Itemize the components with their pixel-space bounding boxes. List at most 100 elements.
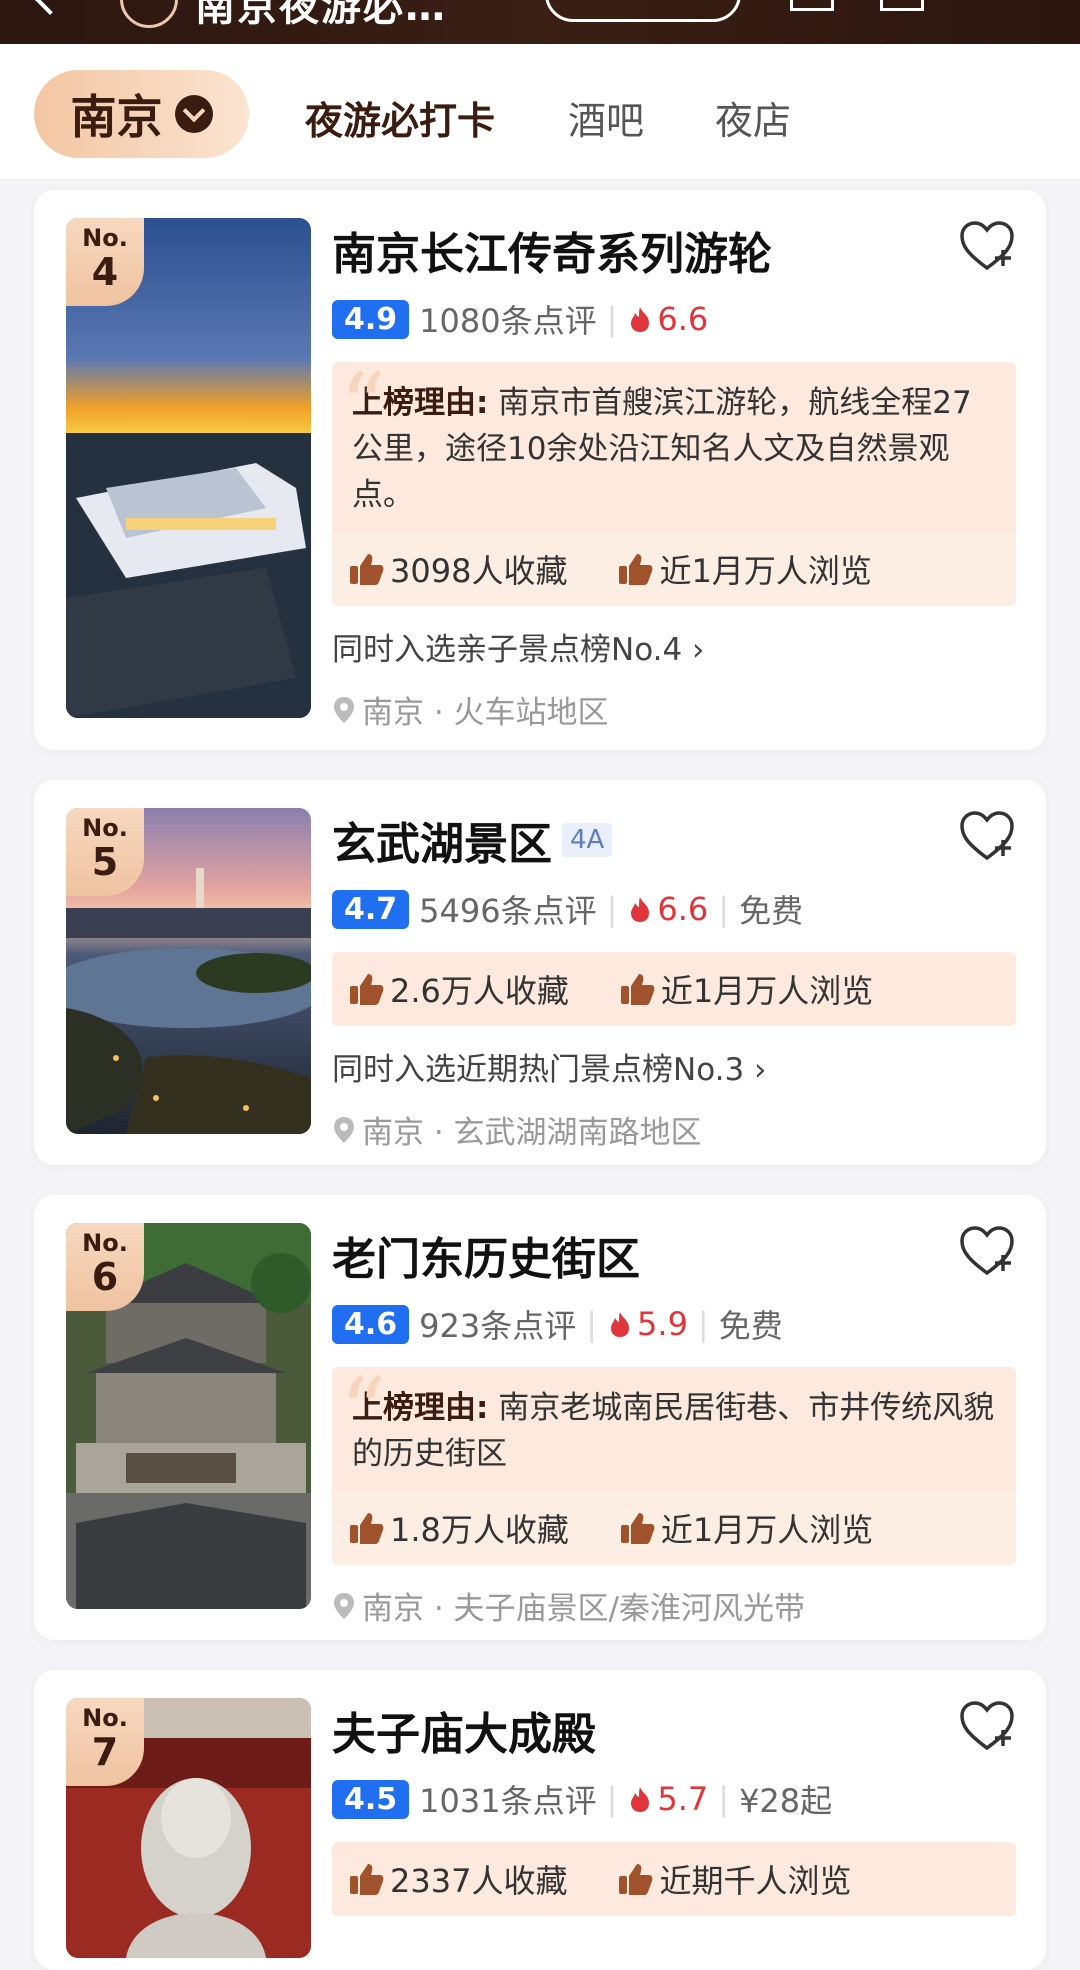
rank-number: 4: [91, 250, 119, 294]
rank-badge: No. 5: [66, 808, 144, 896]
divider: |: [718, 1780, 730, 1818]
city-selector[interactable]: 南京: [34, 70, 249, 158]
location-row: 南京 · 夫子庙景区/秦淮河风光带: [332, 1583, 1016, 1628]
reason-box: “ 上榜理由: 南京市首艘滨江游轮，航线全程27公里，途径10余处沿江知名人文及…: [332, 362, 1016, 606]
favorites-stat: 2.6万人收藏: [348, 966, 569, 1012]
thumbnail-image[interactable]: No. 6: [66, 1223, 311, 1609]
also-ranked-link[interactable]: 同时入选近期热门景点榜No.3 ›: [332, 1044, 1016, 1089]
edit-icon[interactable]: [880, 0, 924, 11]
tab-bar[interactable]: 酒吧: [568, 90, 644, 145]
location-pin-icon: [334, 696, 354, 723]
favorite-add-icon[interactable]: [958, 218, 1016, 276]
divider: |: [718, 890, 730, 928]
rank-number: 7: [91, 1730, 119, 1774]
flame-icon: [631, 897, 650, 922]
item-name[interactable]: 老门东历史街区: [332, 1223, 1016, 1287]
review-count[interactable]: 5496条点评: [419, 886, 596, 932]
city-label: 南京: [70, 90, 163, 144]
quote-icon: “: [340, 362, 387, 459]
favorites-stat: 1.8万人收藏: [348, 1505, 569, 1551]
list-item[interactable]: No. 5 玄武湖景区 4A 4.7 5496条点评 | 6.6 | 免费 2.…: [34, 780, 1046, 1165]
price: 免费: [739, 892, 804, 930]
rank-badge: No. 6: [66, 1223, 144, 1311]
list-item[interactable]: No. 7 夫子庙大成殿 4.5 1031条点评 | 5.7 | ¥28起 23…: [34, 1670, 1046, 1970]
thumbnail-image[interactable]: No. 5: [66, 808, 311, 1134]
item-name[interactable]: 玄武湖景区 4A: [332, 808, 1016, 872]
stats-box: 2337人收藏 近期千人浏览: [332, 1842, 1016, 1916]
stats-row: 1.8万人收藏 近1月万人浏览: [332, 1491, 1016, 1565]
header-pill-button[interactable]: [545, 0, 741, 22]
stats-box: 2.6万人收藏 近1月万人浏览: [332, 952, 1016, 1026]
flame-icon: [611, 1312, 630, 1337]
thumbnail-image[interactable]: No. 7: [66, 1698, 311, 1958]
price: ¥28起: [739, 1782, 833, 1820]
rank-prefix: No.: [82, 814, 128, 842]
item-name[interactable]: 南京长江传奇系列游轮: [332, 218, 1016, 282]
hot-index: 6.6: [627, 890, 708, 928]
divider: |: [697, 1305, 709, 1343]
thumbs-up-icon: [350, 974, 384, 1005]
thumbs-up-icon: [620, 974, 655, 1005]
rank-prefix: No.: [82, 1704, 128, 1732]
favorite-add-icon[interactable]: [958, 1698, 1016, 1756]
location-pin-icon: [334, 1116, 354, 1143]
rank-number: 6: [91, 1255, 119, 1299]
location-row: 南京 · 玄武湖湖南路地区: [332, 1107, 1016, 1152]
thumbs-up-icon: [619, 1864, 653, 1895]
favorites-stat: 2337人收藏: [348, 1856, 567, 1902]
rank-badge: No. 7: [66, 1698, 144, 1786]
share-icon[interactable]: [790, 0, 834, 11]
views-stat: 近1月万人浏览: [617, 546, 872, 592]
rating-row: 4.5 1031条点评 | 5.7 | ¥28起: [332, 1776, 1016, 1822]
reason-box: “ 上榜理由: 南京老城南民居街巷、市井传统风貌的历史街区 1.8万人收藏 近1…: [332, 1367, 1016, 1565]
views-stat: 近1月万人浏览: [619, 966, 873, 1012]
rank-prefix: No.: [82, 1229, 128, 1257]
also-ranked-link[interactable]: 同时入选亲子景点榜No.4 ›: [332, 624, 1016, 669]
views-stat: 近期千人浏览: [617, 1856, 851, 1902]
divider: |: [606, 890, 618, 928]
divider: |: [606, 1780, 618, 1818]
list-item[interactable]: No. 6 老门东历史街区 4.6 923条点评 | 5.9 | 免费 “ 上榜…: [34, 1195, 1046, 1640]
rank-number: 5: [91, 840, 119, 884]
quote-icon: “: [340, 1367, 387, 1464]
location-text: 南京 · 火车站地区: [362, 695, 609, 731]
scenic-level-badge: 4A: [562, 823, 613, 857]
back-icon[interactable]: [33, 0, 67, 15]
divider: |: [586, 1305, 598, 1343]
thumbs-up-icon: [620, 1513, 655, 1544]
score-badge: 4.6: [332, 1304, 410, 1344]
item-name[interactable]: 夫子庙大成殿: [332, 1698, 1016, 1762]
item-info: 玄武湖景区 4A 4.7 5496条点评 | 6.6 | 免费 2.6万人收藏: [332, 808, 1016, 1152]
review-count[interactable]: 923条点评: [419, 1301, 576, 1347]
rating-row: 4.9 1080条点评 | 6.6: [332, 296, 1016, 342]
review-count[interactable]: 1031条点评: [419, 1776, 596, 1822]
reason-text: “ 上榜理由: 南京市首艘滨江游轮，航线全程27公里，途径10余处沿江知名人文及…: [340, 362, 972, 513]
hot-index: 6.6: [627, 300, 708, 338]
rating-row: 4.7 5496条点评 | 6.6 | 免费: [332, 886, 1016, 932]
item-info: 夫子庙大成殿 4.5 1031条点评 | 5.7 | ¥28起 2337人收藏: [332, 1698, 1016, 1916]
location-text: 南京 · 夫子庙景区/秦淮河风光带: [362, 1591, 806, 1627]
score-badge: 4.5: [332, 1779, 410, 1819]
thumbs-up-icon: [619, 554, 653, 585]
stats-row: 2.6万人收藏 近1月万人浏览: [332, 952, 1016, 1026]
stats-row: 3098人收藏 近1月万人浏览: [332, 532, 1016, 606]
header-title: 南京夜游必…: [195, 0, 447, 30]
divider: |: [606, 300, 618, 338]
thumbnail-image[interactable]: No. 4: [66, 218, 311, 718]
flame-icon: [631, 1787, 650, 1812]
rank-badge: No. 4: [66, 218, 144, 306]
price: 免费: [718, 1307, 783, 1345]
stats-row: 2337人收藏 近期千人浏览: [332, 1842, 1016, 1916]
tab-nightclub[interactable]: 夜店: [715, 90, 791, 145]
favorite-add-icon[interactable]: [958, 1223, 1016, 1281]
list-item[interactable]: No. 4 南京长江传奇系列游轮 4.9 1080条点评 | 6.6 “ 上榜理…: [34, 190, 1046, 750]
hot-index: 5.7: [627, 1780, 708, 1818]
score-badge: 4.9: [332, 299, 410, 339]
review-count[interactable]: 1080条点评: [419, 296, 596, 342]
flame-icon: [631, 307, 650, 332]
rank-prefix: No.: [82, 224, 128, 252]
logo-icon: [120, 0, 178, 28]
favorite-add-icon[interactable]: [958, 808, 1016, 866]
tab-night-tour[interactable]: 夜游必打卡: [305, 90, 496, 145]
views-stat: 近1月万人浏览: [619, 1505, 873, 1551]
